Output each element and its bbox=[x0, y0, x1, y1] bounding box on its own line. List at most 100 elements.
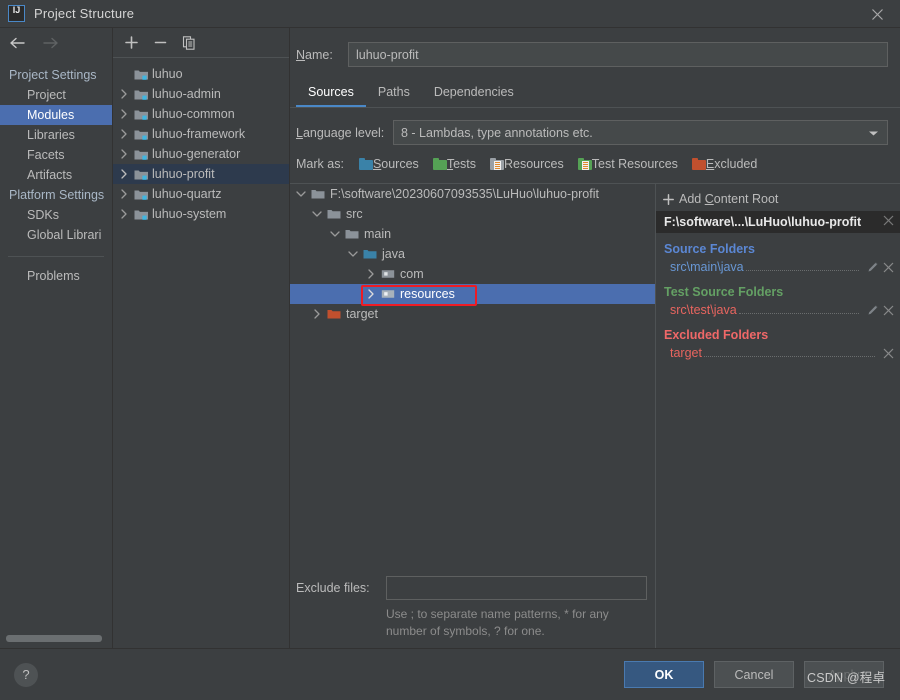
sidebar-item-global-libraries[interactable]: Global Librari bbox=[0, 225, 112, 245]
add-module-button[interactable] bbox=[123, 35, 139, 51]
sidebar-divider bbox=[8, 256, 104, 257]
pencil-icon bbox=[868, 262, 878, 272]
cancel-button[interactable]: Cancel bbox=[714, 661, 794, 688]
remove-excluded-folder-button[interactable] bbox=[883, 348, 894, 359]
sidebar-item-problems[interactable]: Problems bbox=[0, 266, 112, 286]
module-label: luhuo-profit bbox=[152, 167, 215, 181]
settings-list: Project Settings Project Modules Librari… bbox=[0, 58, 112, 286]
mark-as-sources-button[interactable]: Sources bbox=[353, 157, 419, 171]
module-row-luhuo-common[interactable]: luhuo-common bbox=[113, 104, 289, 124]
edit-source-folder-button[interactable] bbox=[867, 261, 879, 273]
nav-forward-button[interactable] bbox=[42, 34, 60, 52]
remove-test-source-folder-button[interactable] bbox=[883, 305, 894, 316]
chevron-right-icon bbox=[121, 129, 127, 139]
sidebar-item-facets[interactable]: Facets bbox=[0, 145, 112, 165]
expand-arrow-icon[interactable] bbox=[116, 109, 132, 119]
remove-module-button[interactable] bbox=[152, 35, 168, 51]
sidebar-item-modules[interactable]: Modules bbox=[0, 105, 112, 125]
mark-as-tests-button[interactable]: Tests bbox=[427, 157, 476, 171]
chevron-right-icon bbox=[121, 209, 127, 219]
module-row-luhuo-quartz[interactable]: luhuo-quartz bbox=[113, 184, 289, 204]
mark-as-test-resources-button[interactable]: Test Resources bbox=[572, 157, 678, 171]
expand-arrow-icon[interactable] bbox=[116, 89, 132, 99]
module-folder-icon bbox=[132, 88, 150, 101]
chevron-right-icon bbox=[121, 89, 127, 99]
expand-arrow-icon[interactable] bbox=[116, 209, 132, 219]
expand-arrow-icon[interactable] bbox=[362, 269, 379, 279]
tab-sources[interactable]: Sources bbox=[296, 85, 366, 107]
module-name-input[interactable] bbox=[348, 42, 888, 67]
excluded-folder-path: target bbox=[670, 346, 702, 360]
mark-as-excluded-label: Excluded bbox=[705, 157, 758, 171]
sidebar-item-artifacts[interactable]: Artifacts bbox=[0, 165, 112, 185]
tree-label: src bbox=[346, 207, 363, 221]
module-row-luhuo[interactable]: luhuo bbox=[113, 64, 289, 84]
sidebar-item-sdks[interactable]: SDKs bbox=[0, 205, 112, 225]
remove-source-folder-button[interactable] bbox=[883, 262, 894, 273]
expand-arrow-icon[interactable] bbox=[116, 189, 132, 199]
add-content-root-label: Add Content Root bbox=[679, 192, 779, 206]
tree-label: com bbox=[400, 267, 424, 281]
sidebar-item-project[interactable]: Project bbox=[0, 85, 112, 105]
tree-row-target[interactable]: target bbox=[290, 304, 655, 324]
edit-test-source-folder-button[interactable] bbox=[867, 304, 879, 316]
nav-back-button[interactable] bbox=[8, 34, 26, 52]
add-content-root-button[interactable]: Add Content Root bbox=[656, 187, 900, 211]
mark-as-resources-button[interactable]: Resources bbox=[484, 157, 564, 171]
tree-row-resources[interactable]: resources bbox=[290, 284, 655, 304]
exclude-files-input[interactable] bbox=[386, 576, 647, 600]
expand-arrow-icon[interactable] bbox=[116, 129, 132, 139]
tree-row-com[interactable]: com bbox=[290, 264, 655, 284]
excluded-folder-entry[interactable]: target bbox=[656, 344, 900, 362]
sidebar-item-libraries[interactable]: Libraries bbox=[0, 125, 112, 145]
settings-sidebar: Project Settings Project Modules Librari… bbox=[0, 28, 113, 648]
collapse-arrow-icon[interactable] bbox=[326, 230, 343, 238]
chevron-right-icon bbox=[121, 169, 127, 179]
module-row-luhuo-admin[interactable]: luhuo-admin bbox=[113, 84, 289, 104]
copy-module-button[interactable] bbox=[181, 35, 197, 51]
chevron-right-icon bbox=[121, 109, 127, 119]
tree-label: target bbox=[346, 307, 378, 321]
expand-arrow-icon[interactable] bbox=[362, 289, 379, 299]
module-icon bbox=[134, 90, 148, 100]
module-row-luhuo-profit[interactable]: luhuo-profit bbox=[113, 164, 289, 184]
tree-row-main[interactable]: main bbox=[290, 224, 655, 244]
module-row-luhuo-system[interactable]: luhuo-system bbox=[113, 204, 289, 224]
expand-arrow-icon[interactable] bbox=[116, 149, 132, 159]
folder-package-icon bbox=[379, 288, 397, 300]
tree-row-src[interactable]: src bbox=[290, 204, 655, 224]
language-level-dropdown[interactable]: 8 - Lambdas, type annotations etc. bbox=[393, 120, 888, 145]
tab-paths[interactable]: Paths bbox=[366, 85, 422, 107]
tab-dependencies[interactable]: Dependencies bbox=[422, 85, 526, 107]
collapse-arrow-icon[interactable] bbox=[308, 210, 325, 218]
question-mark-icon: ? bbox=[22, 667, 30, 682]
module-icon bbox=[134, 210, 148, 220]
tree-row-java[interactable]: java bbox=[290, 244, 655, 264]
ok-button[interactable]: OK bbox=[624, 661, 704, 688]
expand-arrow-icon[interactable] bbox=[116, 169, 132, 179]
expand-arrow-icon[interactable] bbox=[308, 309, 325, 319]
test-source-folders-title: Test Source Folders bbox=[664, 285, 784, 299]
collapse-arrow-icon[interactable] bbox=[344, 250, 361, 258]
test-source-folder-path: src\test\java bbox=[670, 303, 737, 317]
mark-as-excluded-button[interactable]: Excluded bbox=[686, 157, 757, 171]
folder-excluded-icon bbox=[689, 158, 706, 170]
help-button[interactable]: ? bbox=[14, 662, 38, 687]
collapse-arrow-icon[interactable] bbox=[292, 190, 309, 198]
chevron-down-icon bbox=[329, 231, 340, 237]
close-window-button[interactable] bbox=[854, 0, 900, 28]
tree-label: F:\software\20230607093535\LuHuo\luhuo-p… bbox=[330, 187, 599, 201]
test-source-folder-entry[interactable]: src\test\java bbox=[656, 301, 900, 319]
tree-row-content-root[interactable]: F:\software\20230607093535\LuHuo\luhuo-p… bbox=[290, 184, 655, 204]
remove-content-root-button[interactable] bbox=[883, 215, 894, 229]
module-icon bbox=[134, 130, 148, 140]
content-roots-pane: Add Content Root F:\software\...\LuHuo\l… bbox=[655, 184, 900, 648]
module-row-luhuo-framework[interactable]: luhuo-framework bbox=[113, 124, 289, 144]
project-structure-dialog: Project Structure bbox=[0, 0, 900, 700]
tree-label: java bbox=[382, 247, 405, 261]
module-row-luhuo-generator[interactable]: luhuo-generator bbox=[113, 144, 289, 164]
source-folder-entry[interactable]: src\main\java bbox=[656, 258, 900, 276]
tree-label: resources bbox=[400, 287, 455, 301]
modules-list: luhuo luhuo-admin luhuo-common luhuo-fra… bbox=[113, 58, 289, 648]
sidebar-horizontal-scrollbar[interactable] bbox=[6, 635, 102, 642]
